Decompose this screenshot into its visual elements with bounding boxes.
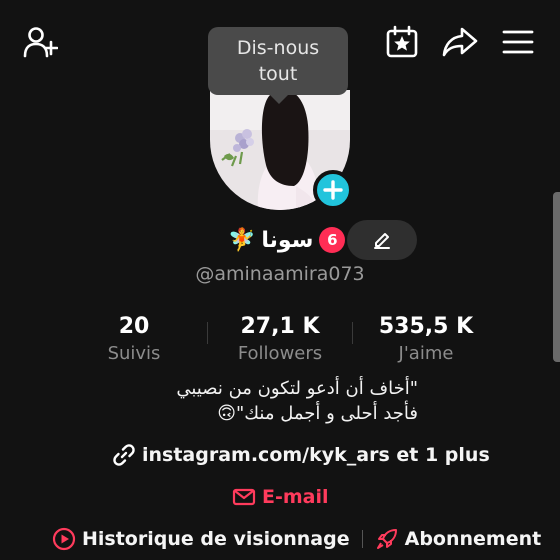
subscription-label: Abonnement xyxy=(404,528,542,550)
subscription-button[interactable]: Abonnement xyxy=(375,527,542,551)
stat-followers[interactable]: 27,1 K Followers xyxy=(222,313,338,367)
play-circle-icon xyxy=(52,527,76,551)
rocket-icon xyxy=(376,529,397,549)
hamburger-menu-icon xyxy=(502,30,534,54)
menu-button[interactable] xyxy=(498,22,538,62)
person-plus-icon xyxy=(23,27,58,58)
display-name: سونا xyxy=(261,227,314,253)
followers-count: 27,1 K xyxy=(240,314,320,339)
feedback-tooltip[interactable]: Dis-nous tout xyxy=(208,27,348,104)
profile-name-row: 🧚 سونا 6 xyxy=(228,222,346,258)
following-count: 20 xyxy=(118,314,150,339)
profile-bio: "أخاف أن أدعو لتكون من نصيبي فأجد أحلى و… xyxy=(100,376,418,426)
share-arrow-icon xyxy=(442,27,478,57)
stat-divider xyxy=(207,322,208,344)
profile-shortcuts: Historique de visionnage Abonnement xyxy=(52,524,541,554)
followers-label: Followers xyxy=(237,343,323,364)
watch-history-label: Historique de visionnage xyxy=(82,528,350,550)
watch-history-button[interactable]: Historique de visionnage xyxy=(52,527,350,551)
envelope-icon xyxy=(232,488,256,506)
scrollbar[interactable] xyxy=(553,192,560,362)
calendar-button[interactable] xyxy=(382,22,422,62)
add-story-button[interactable] xyxy=(313,170,353,210)
username: @aminaamira073 xyxy=(195,263,365,285)
following-label: Suivis xyxy=(107,343,161,364)
link-icon xyxy=(113,444,135,466)
fairy-emoji: 🧚 xyxy=(228,227,256,253)
email-button[interactable]: E-mail xyxy=(232,483,329,511)
profile-link[interactable]: instagram.com/kyk_ars et 1 plus xyxy=(112,440,490,470)
likes-count: 535,5 K xyxy=(378,314,474,339)
edit-profile-button[interactable] xyxy=(347,220,417,260)
shortcut-divider xyxy=(361,530,363,548)
stat-divider xyxy=(352,322,353,344)
calendar-star-icon xyxy=(386,25,418,58)
stat-likes[interactable]: 535,5 K J'aime xyxy=(366,313,486,367)
link-text[interactable]: instagram.com/kyk_ars et 1 plus xyxy=(142,444,490,466)
email-label: E-mail xyxy=(262,486,329,508)
likes-label: J'aime xyxy=(398,343,454,364)
share-button[interactable] xyxy=(440,22,480,62)
bio-line: "أخاف أن أدعو لتكون من نصيبي xyxy=(176,378,418,399)
pencil-icon xyxy=(374,233,390,249)
stat-following[interactable]: 20 Suivis xyxy=(84,313,184,367)
notification-badge[interactable]: 6 xyxy=(319,227,346,253)
add-friend-button[interactable] xyxy=(20,22,60,62)
plus-icon xyxy=(323,180,343,200)
bio-line: فأجد أحلى و أجمل منك"🙃 xyxy=(217,403,418,424)
